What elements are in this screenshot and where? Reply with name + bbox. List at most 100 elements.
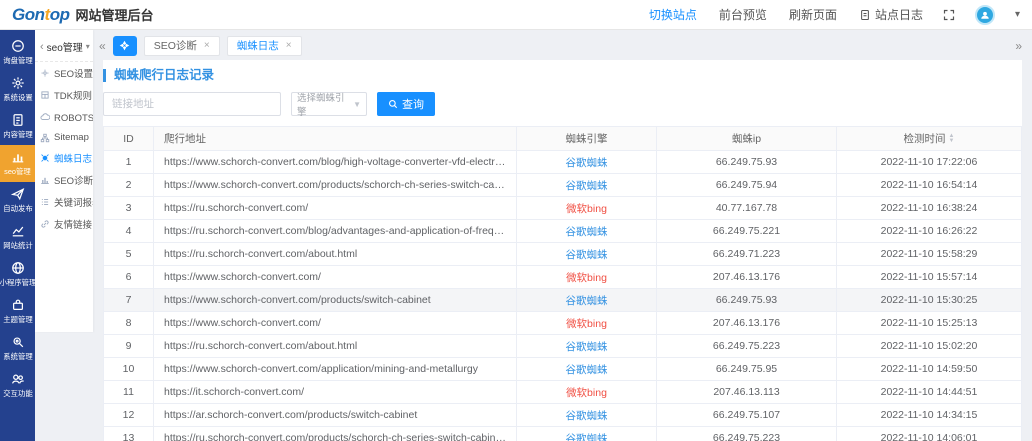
sidebar-item-interact[interactable]: 交互功能 xyxy=(0,367,35,404)
tab-close-icon[interactable]: × xyxy=(286,40,292,51)
user-caret-icon[interactable]: ▾ xyxy=(1015,9,1020,20)
table-row: 3https://ru.schorch-convert.com/微软bing40… xyxy=(104,197,1022,220)
submenu-item-seo-settings[interactable]: SEO设置 xyxy=(35,62,93,84)
cell-id: 4 xyxy=(104,220,154,243)
url-search-input[interactable] xyxy=(103,92,281,116)
submenu-header[interactable]: ‹ seo管理 ▾ xyxy=(35,30,93,62)
spider-engine-select[interactable]: 选择蜘蛛引擎 ▼ xyxy=(291,92,367,116)
sidebar-item-label: seo管理 xyxy=(4,166,31,176)
cell-url: https://www.schorch-convert.com/ xyxy=(154,312,517,335)
cell-ip: 40.77.167.78 xyxy=(657,197,837,220)
select-caret-icon: ▼ xyxy=(353,100,361,109)
submenu-item-report[interactable]: 关键词报表 xyxy=(35,191,93,213)
top-header: Gontop 网站管理后台 切换站点前台预览刷新页面站点日志 ▾ xyxy=(0,0,1032,30)
cell-url: https://www.schorch-convert.com/products… xyxy=(154,289,517,312)
sidebar-item-stats[interactable]: 网站统计 xyxy=(0,219,35,256)
sidebar-item-label: 询盘管理 xyxy=(3,55,32,65)
main-area: « SEO诊断×蜘蛛日志× » 蜘蛛爬行日志记录 选择蜘蛛引擎 ▼ xyxy=(93,30,1032,441)
sidebar-item-seo[interactable]: seo管理 xyxy=(0,145,35,182)
home-tab-button[interactable] xyxy=(113,36,137,56)
header-menu-item-3[interactable]: 刷新页面 xyxy=(789,6,837,23)
avatar[interactable] xyxy=(975,5,995,25)
search-button[interactable]: 查询 xyxy=(377,92,435,116)
sidebar-item-label: 系统设置 xyxy=(3,92,32,102)
cell-time: 2022-11-10 15:02:20 xyxy=(837,335,1022,358)
sub-sidebar-panel: ‹ seo管理 ▾ SEO设置 TDK规则ROBOTS设置Sitemap 蜘蛛日志 S… xyxy=(35,30,93,332)
sidebar-item-sysadmin[interactable]: 系统管理 xyxy=(0,330,35,367)
cell-ip: 66.249.75.94 xyxy=(657,174,837,197)
header-menu-item-4[interactable]: 站点日志 xyxy=(859,6,923,23)
table-row: 9https://ru.schorch-convert.com/about.ht… xyxy=(104,335,1022,358)
interact-icon xyxy=(11,372,25,386)
cell-engine: 微软bing xyxy=(517,266,657,289)
tab-1[interactable]: SEO诊断× xyxy=(144,36,220,56)
header-menu-item-2[interactable]: 前台预览 xyxy=(719,6,767,23)
miniapp-icon xyxy=(11,261,25,275)
collapse-sidebar-icon[interactable]: « xyxy=(99,39,106,53)
tabs: SEO诊断× 蜘蛛日志× xyxy=(144,36,302,56)
cell-engine: 微软bing xyxy=(517,381,657,404)
sort-icon[interactable]: ▲▼ xyxy=(949,134,955,144)
cell-ip: 66.249.75.223 xyxy=(657,335,837,358)
submenu-item-diagnosis[interactable]: SEO诊断 xyxy=(35,169,93,191)
sidebar-item-publish[interactable]: 自动发布 xyxy=(0,182,35,219)
header-menu-label: 切换站点 xyxy=(649,6,697,23)
column-header-1: ID xyxy=(104,127,154,151)
sidebar-item-theme[interactable]: 主题管理 xyxy=(0,293,35,330)
submenu-item-robots[interactable]: ROBOTS设置 xyxy=(35,106,93,128)
sidebar-item-gear[interactable]: 系统设置 xyxy=(0,71,35,108)
sidebar-item-label: 主题管理 xyxy=(3,314,32,324)
sidebar-item-content[interactable]: 内容管理 xyxy=(0,108,35,145)
sidebar-item-miniapp[interactable]: 小程序管理 xyxy=(0,256,35,293)
sub-sidebar: ‹ seo管理 ▾ SEO设置 TDK规则ROBOTS设置Sitemap 蜘蛛日志 S… xyxy=(35,30,93,441)
cell-id: 3 xyxy=(104,197,154,220)
cell-ip: 66.249.75.93 xyxy=(657,151,837,174)
submenu-item-tdk[interactable]: TDK规则 xyxy=(35,84,93,106)
cell-url: https://ru.schorch-convert.com/blog/adva… xyxy=(154,220,517,243)
fullscreen-icon[interactable] xyxy=(943,9,955,21)
spider-icon xyxy=(40,153,50,163)
submenu-item-spider[interactable]: 蜘蛛日志 xyxy=(35,147,93,169)
cell-time: 2022-11-10 14:44:51 xyxy=(837,381,1022,404)
cell-engine: 谷歌蜘蛛 xyxy=(517,427,657,441)
tab-close-icon[interactable]: × xyxy=(204,40,210,51)
cell-engine: 谷歌蜘蛛 xyxy=(517,335,657,358)
tab-overflow-icon[interactable]: » xyxy=(1015,39,1022,53)
header-menu-item-1[interactable]: 切换站点 xyxy=(649,6,697,23)
cell-time: 2022-11-10 14:06:01 xyxy=(837,427,1022,441)
cell-time: 2022-11-10 16:54:14 xyxy=(837,174,1022,197)
main-sidebar: 询盘管理系统设置内容管理 seo管理自动发布网站统计小程序管理主题管理系统管理交互… xyxy=(0,30,35,441)
column-header-4: 蜘蛛ip xyxy=(657,127,837,151)
cell-url: https://www.schorch-convert.com/products… xyxy=(154,174,517,197)
cell-url: https://ar.schorch-convert.com/products/… xyxy=(154,404,517,427)
stats-icon xyxy=(11,224,25,238)
cell-id: 9 xyxy=(104,335,154,358)
tab-2[interactable]: 蜘蛛日志× xyxy=(227,36,302,56)
robots-icon xyxy=(40,112,50,122)
layout: 询盘管理系统设置内容管理 seo管理自动发布网站统计小程序管理主题管理系统管理交互… xyxy=(0,30,1032,441)
cell-engine: 谷歌蜘蛛 xyxy=(517,289,657,312)
cell-ip: 66.249.75.95 xyxy=(657,358,837,381)
table-row: 12https://ar.schorch-convert.com/product… xyxy=(104,404,1022,427)
header-menu: 切换站点 前台预览 刷新页面 站点日志 xyxy=(649,6,923,23)
submenu-item-label: SEO设置 xyxy=(54,66,93,80)
back-chevron-icon: ‹ xyxy=(40,41,44,53)
submenu-item-sitemap[interactable]: Sitemap xyxy=(35,128,93,147)
cell-url: https://ru.schorch-convert.com/about.htm… xyxy=(154,243,517,266)
header-menu-label: 前台预览 xyxy=(719,6,767,23)
cell-id: 10 xyxy=(104,358,154,381)
cell-url: https://www.schorch-convert.com/applicat… xyxy=(154,358,517,381)
cell-time: 2022-11-10 17:22:06 xyxy=(837,151,1022,174)
table-row: 1https://www.schorch-convert.com/blog/hi… xyxy=(104,151,1022,174)
column-header-5: 检测时间▲▼ xyxy=(837,127,1022,151)
table-row: 4https://ru.schorch-convert.com/blog/adv… xyxy=(104,220,1022,243)
submenu-item-link[interactable]: 友情链接 xyxy=(35,213,93,235)
cell-id: 12 xyxy=(104,404,154,427)
table-row: 2https://www.schorch-convert.com/product… xyxy=(104,174,1022,197)
cell-id: 5 xyxy=(104,243,154,266)
cell-time: 2022-11-10 16:26:22 xyxy=(837,220,1022,243)
submenu-item-label: 蜘蛛日志 xyxy=(54,151,92,165)
cell-ip: 66.249.75.223 xyxy=(657,427,837,441)
sidebar-item-label: 自动发布 xyxy=(3,203,32,213)
sidebar-item-inquiry[interactable]: 询盘管理 xyxy=(0,34,35,71)
